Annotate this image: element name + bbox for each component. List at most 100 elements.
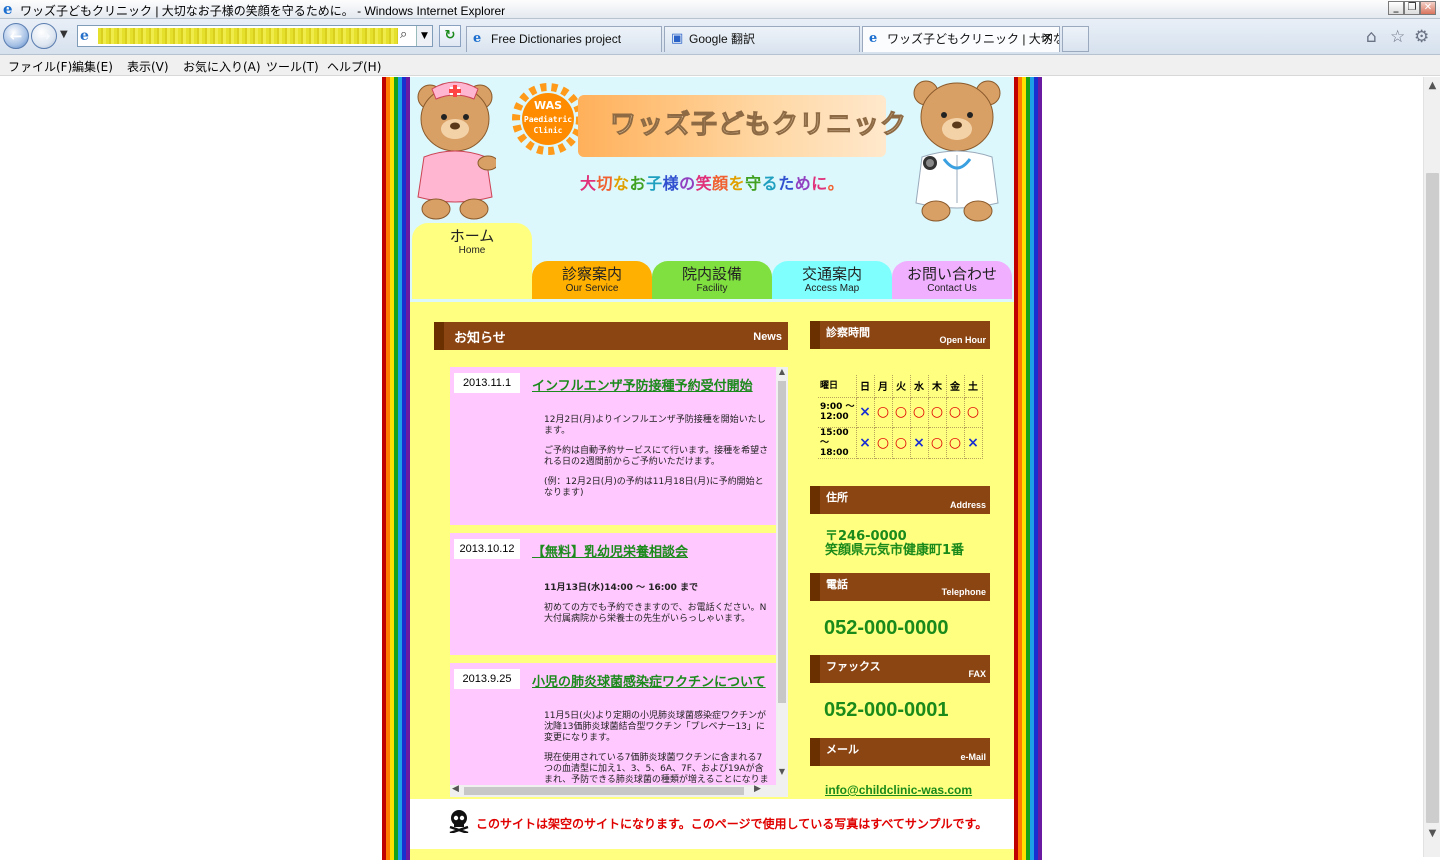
skull-icon	[449, 810, 469, 833]
menu-favorites[interactable]: お気に入り(A)	[183, 58, 261, 75]
hours-mark: ×	[964, 427, 983, 459]
tagline-char: な	[613, 174, 630, 193]
close-tab-icon[interactable]: ✕	[1042, 27, 1053, 51]
tab-page-icon: e	[473, 31, 482, 46]
news-hscroll-thumb[interactable]	[464, 787, 744, 795]
maximize-button[interactable]: ❐	[1404, 1, 1420, 15]
hours-header-cell: 木	[928, 375, 947, 398]
hours-heading-sublabel: Open Hour	[939, 335, 987, 345]
hours-mark: ○	[928, 427, 947, 459]
site-footer: このサイトは架空のサイトになります。このページで使用している写真はすべてサンプル…	[410, 799, 1014, 849]
logo-badge-line2: Paediatric	[524, 114, 572, 124]
page-scroll-up-icon[interactable]: ▲	[1424, 77, 1440, 94]
news-title-link[interactable]: インフルエンザ予防接種予約受付開始	[532, 375, 753, 394]
hours-header-cell: 曜日	[818, 375, 857, 398]
hours-mark: ○	[928, 397, 947, 428]
news-scroll-area[interactable]: 2013.11.1 インフルエンザ予防接種予約受付開始 12月2日(月)よりイン…	[450, 367, 788, 797]
news-heading: お知らせ News	[434, 322, 788, 350]
menu-tools[interactable]: ツール(T)	[266, 58, 319, 75]
home-icon[interactable]: ⌂	[1366, 27, 1377, 47]
menu-edit[interactable]: 編集(E)	[72, 58, 113, 75]
hours-heading: 診察時間 Open Hour	[810, 321, 990, 349]
browser-tab-2[interactable]: ▣ Google 翻訳	[664, 26, 860, 52]
hours-mark: ○	[946, 427, 965, 459]
tagline-char: お	[629, 174, 647, 193]
google-translate-icon: ▣	[671, 31, 684, 46]
hours-header-row: 曜日 日 月 火 水 木 金 土	[818, 375, 983, 398]
scroll-up-icon[interactable]: ▲	[776, 367, 788, 376]
telephone-heading-sublabel: Telephone	[941, 587, 986, 597]
page-scroll-down-icon[interactable]: ▼	[1424, 825, 1440, 842]
news-paragraph: ご予約は自動予約サービスにて行います。接種を希望される日の2週間前からご予約いた…	[544, 446, 769, 467]
doctor-bear-illustration	[913, 80, 1001, 222]
tagline-char: 顔	[712, 174, 729, 193]
hours-row-label: 9:00 ～12:00	[818, 397, 857, 428]
fax-number: 052-000-0001	[824, 699, 949, 721]
news-title-link[interactable]: 【無料】乳幼児栄養相談会	[532, 541, 688, 560]
clinic-logo-sun: WAS Paediatric Clinic	[512, 83, 584, 155]
tagline-char: 。	[827, 174, 845, 193]
news-title-link[interactable]: 小児の肺炎球菌感染症ワクチンについて	[532, 671, 766, 690]
search-icon[interactable]: ⌕	[400, 27, 407, 42]
hours-mark: ×	[856, 427, 875, 459]
email-link[interactable]: info@childclinic-was.com	[825, 783, 972, 797]
menu-help[interactable]: ヘルプ(H)	[327, 58, 381, 75]
nav-tab-service[interactable]: 診察案内 Our Service	[532, 261, 652, 299]
scroll-left-icon[interactable]: ◀	[452, 784, 459, 794]
nav-tab-facility-label: 院内設備	[681, 265, 742, 283]
tagline-char: 子	[646, 174, 663, 193]
address-input[interactable]	[98, 28, 398, 44]
news-item: 2013.9.25 小児の肺炎球菌感染症ワクチンについて 11月5日(火)より定…	[450, 663, 776, 796]
mail-heading-sublabel: e-Mail	[960, 752, 986, 762]
browser-tab-3[interactable]: e ワッズ子どもクリニック | 大切な... ✕	[862, 26, 1060, 52]
nav-tab-contact[interactable]: お問い合わせ Contact Us	[892, 261, 1012, 299]
news-heading-sublabel: News	[753, 331, 782, 343]
site-container: WAS Paediatric Clinic ワッズ子どもクリニック 大切なお子様…	[410, 77, 1014, 860]
hours-table: 曜日 日 月 火 水 木 金 土 9:00 ～12:00 × ○ ○ ○ ○ ○…	[818, 375, 983, 459]
news-heading-label: お知らせ	[454, 331, 506, 346]
news-horizontal-scrollbar[interactable]: ◀ ▶	[450, 784, 776, 797]
scroll-down-icon[interactable]: ▼	[776, 767, 788, 776]
minimize-button[interactable]: _	[1388, 1, 1404, 15]
nav-tab-service-sublabel: Our Service	[565, 283, 619, 294]
news-paragraph: 初めての方でも予約できますので、お電話ください。N大付属病院から栄養士の先生がい…	[544, 603, 767, 624]
close-window-button[interactable]: ✕	[1420, 1, 1436, 15]
address-heading: 住所 Address	[810, 486, 990, 514]
title-bar: e ワッズ子どもクリニック | 大切なお子様の笑顔を守るために。 - Windo…	[0, 0, 1440, 19]
new-tab-button[interactable]	[1062, 26, 1089, 52]
fax-heading: ファックス FAX	[810, 655, 990, 683]
tab-label: ワッズ子どもクリニック | 大切な...	[887, 32, 1060, 46]
news-scroll-thumb[interactable]	[778, 381, 786, 703]
nav-tab-access[interactable]: 交通案内 Access Map	[772, 261, 892, 299]
forward-button[interactable]: →	[31, 23, 57, 49]
news-date: 2013.10.12	[454, 539, 520, 559]
address-dropdown-icon[interactable]: ▼	[416, 26, 432, 46]
menu-view[interactable]: 表示(V)	[127, 58, 169, 75]
menu-file[interactable]: ファイル(F)	[8, 58, 72, 75]
nav-tab-home[interactable]: ホーム Home	[412, 223, 532, 299]
address-bar[interactable]: e ⌕ ▼	[77, 25, 433, 47]
tagline-char: 笑	[695, 174, 713, 193]
tagline-char: を	[728, 174, 746, 193]
clinic-name: ワッズ子どもクリニック	[609, 110, 908, 141]
nav-tab-facility[interactable]: 院内設備 Facility	[652, 261, 772, 299]
favorites-star-icon[interactable]: ☆	[1390, 27, 1405, 47]
scroll-right-icon[interactable]: ▶	[754, 784, 761, 794]
refresh-button[interactable]: ↻	[439, 25, 461, 47]
news-body: 11月13日(水)14:00 ～ 16:00 まで 初めての方でも予約できますの…	[544, 583, 770, 634]
nav-tab-access-sublabel: Access Map	[804, 283, 860, 294]
recent-pages-dropdown-icon[interactable]: ▼	[60, 29, 68, 40]
site-tagline: 大切なお子様の笑顔を守るために。	[580, 173, 844, 195]
news-paragraph: 12月2日(月)よりインフルエンザ予防接種を開始いたします。	[544, 415, 766, 436]
page-vertical-scrollbar[interactable]: ▲ ▼	[1423, 77, 1440, 857]
fax-heading-label: ファックス	[826, 660, 881, 673]
browser-tab-1[interactable]: e Free Dictionaries project	[466, 26, 662, 52]
hours-header-cell: 土	[964, 375, 983, 398]
page-scroll-thumb[interactable]	[1426, 173, 1439, 823]
tagline-char: 切	[596, 174, 614, 193]
tools-gear-icon[interactable]: ⚙	[1414, 27, 1429, 47]
address-heading-sublabel: Address	[949, 500, 986, 510]
nav-tab-home-label: ホーム	[449, 227, 495, 245]
news-vertical-scrollbar[interactable]: ▲ ▼	[776, 367, 788, 797]
back-button[interactable]: ←	[3, 23, 29, 49]
